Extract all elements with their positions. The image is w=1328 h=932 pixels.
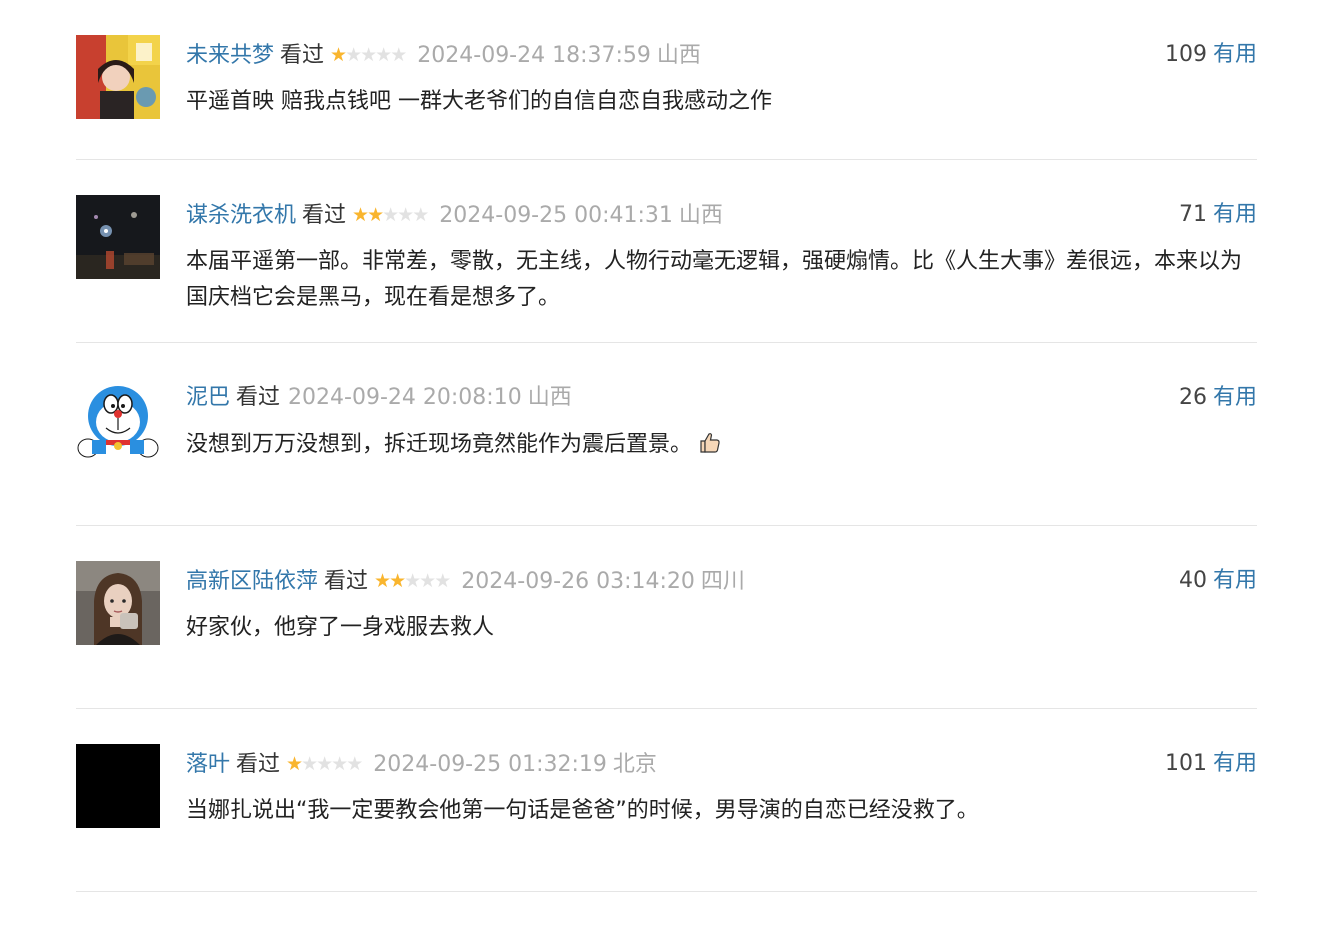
star-empty-icon: ★	[346, 753, 363, 775]
user-avatar[interactable]	[76, 35, 160, 119]
user-avatar[interactable]	[76, 195, 160, 279]
comment-location: 山西	[527, 385, 572, 410]
star-filled-icon: ★	[286, 753, 303, 775]
rating-stars: ★★★★★	[352, 200, 429, 230]
comment-item: 谋杀洗衣机 看过 ★★★★★ 2024-09-25 00:41:31 山西 71 有用 本…	[76, 160, 1257, 343]
useful-button[interactable]: 有用	[1213, 385, 1257, 410]
star-filled-icon: ★	[330, 44, 347, 66]
user-avatar[interactable]	[76, 378, 160, 462]
comment-meta: 高新区陆依萍 看过 ★★★★★ 2024-09-26 03:14:20 四川	[186, 566, 745, 596]
rating-stars: ★★★★★	[374, 566, 451, 596]
star-empty-icon: ★	[434, 570, 451, 592]
useful-button[interactable]: 有用	[1213, 202, 1257, 227]
comment-text: 本届平遥第一部。非常差，零散，无主线，人物行动毫无逻辑，强硬煽情。比《人生大事》…	[186, 249, 1243, 310]
user-avatar[interactable]	[76, 561, 160, 645]
star-empty-icon: ★	[419, 570, 436, 592]
vote-count: 101	[1164, 751, 1207, 776]
comment-time: 2024-09-25 01:32:19	[373, 752, 607, 777]
star-empty-icon: ★	[360, 44, 377, 66]
comment-meta: 未来共梦 看过 ★★★★★ 2024-09-24 18:37:59 山西	[186, 40, 701, 70]
username-link[interactable]: 谋杀洗衣机	[186, 203, 296, 228]
star-empty-icon: ★	[345, 44, 362, 66]
useful-button[interactable]: 有用	[1213, 568, 1257, 593]
rating-stars: ★★★★★	[286, 749, 363, 779]
comment-location: 山西	[656, 43, 701, 68]
vote-area: 26 有用	[1179, 383, 1257, 413]
watched-status: 看过	[236, 752, 281, 777]
watched-status: 看过	[280, 43, 325, 68]
comment-text: 好家伙，他穿了一身戏服去救人	[186, 615, 495, 640]
username-link[interactable]: 泥巴	[186, 385, 230, 410]
star-empty-icon: ★	[316, 753, 333, 775]
star-empty-icon: ★	[382, 204, 399, 226]
watched-status: 看过	[302, 203, 347, 228]
comment-time: 2024-09-25 00:41:31	[439, 203, 673, 228]
useful-button[interactable]: 有用	[1213, 751, 1257, 776]
comment-location: 山西	[678, 203, 723, 228]
username-link[interactable]: 未来共梦	[186, 43, 274, 68]
star-empty-icon: ★	[412, 204, 429, 226]
star-empty-icon: ★	[301, 753, 318, 775]
vote-area: 101 有用	[1165, 749, 1257, 779]
comment-meta: 泥巴 看过 2024-09-24 20:08:10 山西	[186, 383, 572, 413]
comment-location: 四川	[700, 569, 745, 594]
star-empty-icon: ★	[331, 753, 348, 775]
star-filled-icon: ★	[367, 204, 384, 226]
vote-area: 71 有用	[1179, 200, 1257, 230]
comment-list: 未来共梦 看过 ★★★★★ 2024-09-24 18:37:59 山西 109 有用 平…	[76, 0, 1257, 892]
useful-button[interactable]: 有用	[1213, 42, 1257, 67]
comment-item: 落叶 看过 ★★★★★ 2024-09-25 01:32:19 北京 101 有用 当娜扎…	[76, 709, 1257, 892]
comment-time: 2024-09-26 03:14:20	[461, 569, 695, 594]
star-empty-icon: ★	[397, 204, 414, 226]
comment-item: 未来共梦 看过 ★★★★★ 2024-09-24 18:37:59 山西 109 有用 平…	[76, 0, 1257, 160]
comment-text: 当娜扎说出“我一定要教会他第一句话是爸爸”的时候，男导演的自恋已经没救了。	[186, 798, 979, 823]
comment-time: 2024-09-24 18:37:59	[417, 43, 651, 68]
rating-stars: ★★★★★	[330, 40, 407, 70]
comment-text: 没想到万万没想到，拆迁现场竟然能作为震后置景。	[186, 432, 693, 457]
star-empty-icon: ★	[390, 44, 407, 66]
vote-count: 109	[1164, 42, 1207, 67]
watched-status: 看过	[236, 385, 281, 410]
comment-time: 2024-09-24 20:08:10	[288, 385, 522, 410]
star-empty-icon: ★	[404, 570, 421, 592]
comment-location: 北京	[612, 752, 657, 777]
vote-count: 71	[1178, 202, 1207, 227]
username-link[interactable]: 高新区陆依萍	[186, 569, 318, 594]
comment-text: 平遥首映 赔我点钱吧 一群大老爷们的自信自恋自我感动之作	[186, 89, 772, 114]
vote-area: 40 有用	[1179, 566, 1257, 596]
comment-body: 没想到万万没想到，拆迁现场竟然能作为震后置景。	[186, 427, 1257, 467]
star-filled-icon: ★	[389, 570, 406, 592]
thumbs-up-icon	[698, 431, 722, 467]
star-empty-icon: ★	[375, 44, 392, 66]
comment-meta: 谋杀洗衣机 看过 ★★★★★ 2024-09-25 00:41:31 山西	[186, 200, 723, 230]
vote-area: 109 有用	[1165, 40, 1257, 70]
comment-item: 高新区陆依萍 看过 ★★★★★ 2024-09-26 03:14:20 四川 40 有用 …	[76, 526, 1257, 709]
comment-meta: 落叶 看过 ★★★★★ 2024-09-25 01:32:19 北京	[186, 749, 657, 779]
user-avatar[interactable]	[76, 744, 160, 828]
username-link[interactable]: 落叶	[186, 752, 230, 777]
vote-count: 40	[1178, 568, 1207, 593]
star-filled-icon: ★	[374, 570, 391, 592]
comment-item: 泥巴 看过 2024-09-24 20:08:10 山西 26 有用 没想到万万没想到，…	[76, 343, 1257, 526]
star-filled-icon: ★	[352, 204, 369, 226]
watched-status: 看过	[324, 569, 369, 594]
vote-count: 26	[1178, 385, 1207, 410]
